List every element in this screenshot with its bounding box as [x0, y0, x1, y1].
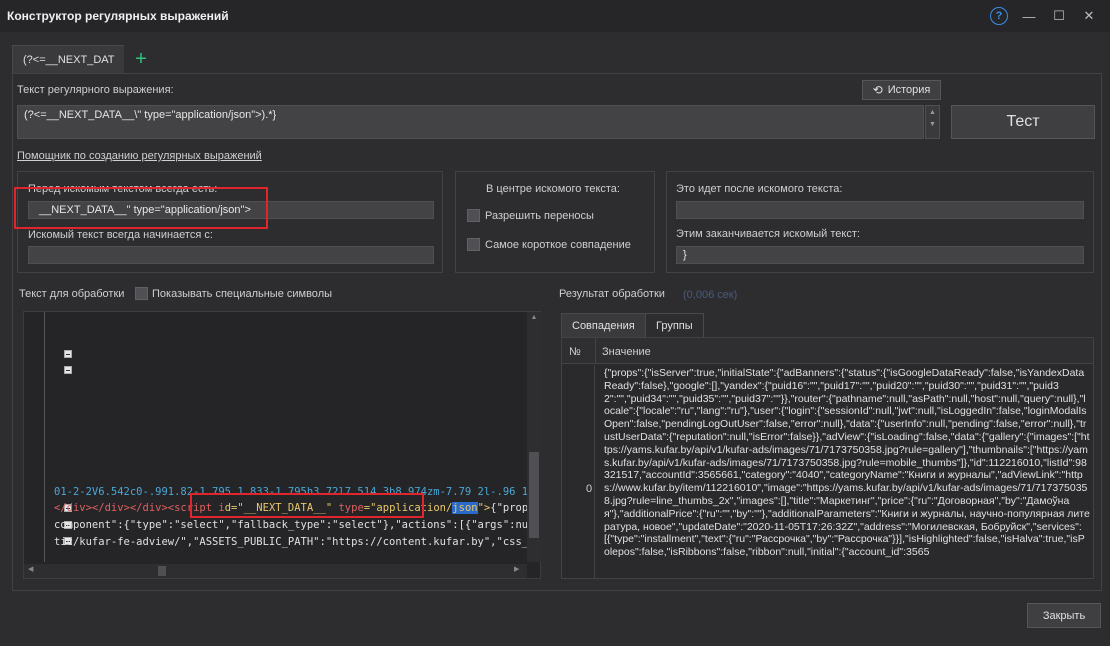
vscroll-up-icon[interactable]: ▲	[527, 314, 541, 321]
shortest-checkbox[interactable]: Самое короткое совпадение	[467, 238, 631, 251]
highlight-box-before	[14, 187, 268, 229]
code-line-assets: tic/kufar-fe-adview/","ASSETS_PUBLIC_PAT…	[54, 536, 528, 548]
minimize-button[interactable]: —	[1014, 0, 1044, 32]
shortest-label: Самое короткое совпадение	[485, 238, 631, 251]
help-icon: ?	[990, 7, 1008, 25]
test-button-label: Тест	[1006, 113, 1040, 130]
after-label: Это идет после искомого текста:	[676, 183, 843, 195]
regex-input[interactable]: (?<=__NEXT_DATA__\" type="application/js…	[17, 105, 924, 139]
fold-guide	[44, 312, 45, 562]
show-special-checkbox[interactable]: Показывать специальные символы	[135, 287, 332, 300]
window-title: Конструктор регулярных выражений	[7, 9, 229, 23]
result-label: Результат обработки	[559, 288, 665, 300]
fold-toggle-1[interactable]	[64, 350, 72, 358]
helper-link[interactable]: Помощник по созданию регулярных выражени…	[17, 150, 262, 162]
result-header: № Значение	[562, 338, 1093, 364]
col-no-header[interactable]: №	[569, 346, 581, 358]
hscroll-left-icon[interactable]: ◀	[28, 565, 33, 573]
close-icon: ✕	[1083, 8, 1095, 23]
result-row-value[interactable]: {"props":{"isServer":true,"initialState"…	[600, 365, 1094, 578]
code-tag-rest: {"props":{"isServer":tr	[490, 502, 528, 514]
starts-label: Искомый текст всегда начинается с:	[28, 229, 213, 241]
maximize-icon: ☐	[1053, 8, 1065, 23]
result-row-no: 0	[586, 483, 593, 495]
show-special-box[interactable]	[135, 287, 148, 300]
tab-regex[interactable]: (?<=__NEXT_DAT	[12, 45, 126, 73]
result-grid: № Значение 0 {"props":{"isServer":true,"…	[561, 337, 1094, 579]
after-input[interactable]	[676, 201, 1084, 219]
starts-input[interactable]	[28, 246, 434, 264]
regex-input-value: (?<=__NEXT_DATA__\" type="application/js…	[24, 109, 277, 121]
regex-label: Текст регулярного выражения:	[17, 84, 174, 96]
col-divider	[595, 338, 596, 364]
hscroll-right-icon[interactable]: ▶	[514, 565, 519, 573]
code-tag-end: ">	[477, 502, 491, 514]
history-button[interactable]: ⟲ История	[862, 80, 941, 100]
help-button[interactable]: ?	[984, 0, 1014, 32]
vscroll-thumb[interactable]	[529, 452, 539, 538]
code-line-component: component":{"type":"select","fallback_ty…	[54, 519, 528, 531]
source-hscroll[interactable]: ◀ ▶	[24, 564, 527, 578]
ends-input-value: }	[683, 249, 687, 261]
title-bar: Конструктор регулярных выражений ? — ☐ ✕	[0, 0, 1110, 32]
close-button-label: Закрыть	[1042, 609, 1086, 622]
maximize-button[interactable]: ☐	[1044, 0, 1074, 32]
center-label: В центре искомого текста:	[486, 183, 620, 195]
plus-icon: +	[135, 47, 147, 70]
shortest-box[interactable]	[467, 238, 480, 251]
regex-scrollbar[interactable]: ▲ ▼	[925, 105, 940, 139]
source-vscroll[interactable]: ▲	[527, 312, 541, 562]
tab-regex-label: (?<=__NEXT_DAT	[23, 53, 115, 66]
history-button-label: История	[887, 84, 931, 96]
col-value-header[interactable]: Значение	[602, 346, 651, 358]
source-label: Текст для обработки	[19, 288, 125, 300]
allow-wrap-checkbox[interactable]: Разрешить переносы	[467, 209, 594, 222]
scroll-down-icon[interactable]: ▼	[926, 121, 939, 128]
hscroll-thumb[interactable]	[158, 566, 166, 576]
ends-label: Этим заканчивается искомый текст:	[676, 228, 860, 240]
history-icon: ⟲	[872, 83, 883, 97]
result-row-no-cell: 0	[562, 365, 595, 578]
test-button[interactable]: Тест	[951, 105, 1095, 139]
highlight-box-source	[190, 493, 424, 518]
show-special-label: Показывать специальные символы	[152, 287, 333, 300]
code-tag-json-selected: json	[452, 502, 478, 514]
fold-toggle-2[interactable]	[64, 366, 72, 374]
allow-wrap-box[interactable]	[467, 209, 480, 222]
tab-matches-label: Совпадения	[572, 319, 635, 332]
minimize-icon: —	[1022, 8, 1036, 24]
close-button[interactable]: Закрыть	[1027, 603, 1101, 628]
tab-matches[interactable]: Совпадения	[561, 313, 646, 337]
add-tab-button[interactable]: +	[124, 45, 158, 73]
ends-input[interactable]: }	[676, 246, 1084, 264]
tab-groups-label: Группы	[656, 319, 693, 332]
close-window-button[interactable]: ✕	[1074, 0, 1104, 32]
scroll-up-icon[interactable]: ▲	[926, 109, 939, 116]
result-time: (0,006 сек)	[683, 289, 738, 301]
tab-groups[interactable]: Группы	[645, 313, 704, 337]
source-editor[interactable]: 01-2-2V6.542c0-.991.82-1.795 1.833-1.795…	[23, 311, 541, 579]
allow-wrap-label: Разрешить переносы	[485, 209, 594, 222]
